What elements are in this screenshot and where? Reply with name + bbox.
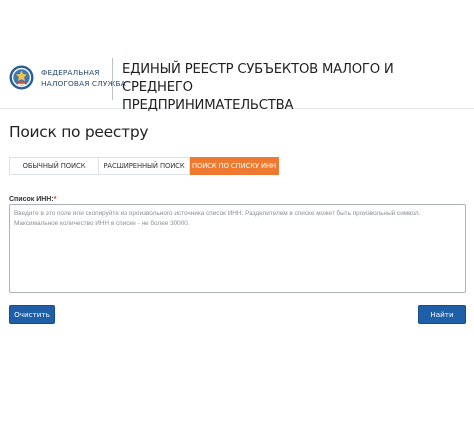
inn-list-label: Список ИНН:* xyxy=(9,196,56,203)
logo-line-2: НАЛОГОВАЯ СЛУЖБА xyxy=(41,79,126,88)
header-title: ЕДИНЫЙ РЕЕСТР СУБЪЕКТОВ МАЛОГО И СРЕДНЕГ… xyxy=(122,61,422,115)
inn-list-textarea[interactable] xyxy=(10,205,465,292)
tab-advanced-search[interactable]: РАСШИРЕННЫЙ ПОИСК xyxy=(99,157,190,175)
fns-emblem-icon[interactable] xyxy=(9,65,34,90)
tab-regular-search[interactable]: ОБЫЧНЫЙ ПОИСК xyxy=(9,157,99,175)
header-title-line-1: ЕДИНЫЙ РЕЕСТР СУБЪЕКТОВ МАЛОГО И СРЕДНЕГ… xyxy=(122,62,394,95)
logo-text[interactable]: ФЕДЕРАЛЬНАЯ НАЛОГОВАЯ СЛУЖБА xyxy=(41,67,126,89)
header-title-line-2: ПРЕДПРИНИМАТЕЛЬСТВА xyxy=(122,98,294,113)
search-tabs: ОБЫЧНЫЙ ПОИСК РАСШИРЕННЫЙ ПОИСК ПОИСК ПО… xyxy=(9,157,279,175)
find-button[interactable]: Найти xyxy=(418,305,466,324)
logo-line-1: ФЕДЕРАЛЬНАЯ xyxy=(41,68,100,77)
clear-button[interactable]: Очистить xyxy=(9,305,55,324)
inn-list-field-wrapper xyxy=(9,204,466,293)
site-header: ФЕДЕРАЛЬНАЯ НАЛОГОВАЯ СЛУЖБА ЕДИНЫЙ РЕЕС… xyxy=(0,48,474,113)
inn-list-label-text: Список ИНН: xyxy=(9,196,54,203)
tab-inn-list-search[interactable]: ПОИСК ПО СПИСКУ ИНН xyxy=(190,157,279,175)
page-title: Поиск по реестру xyxy=(9,123,149,141)
header-divider xyxy=(112,58,113,100)
required-mark: * xyxy=(53,196,57,203)
